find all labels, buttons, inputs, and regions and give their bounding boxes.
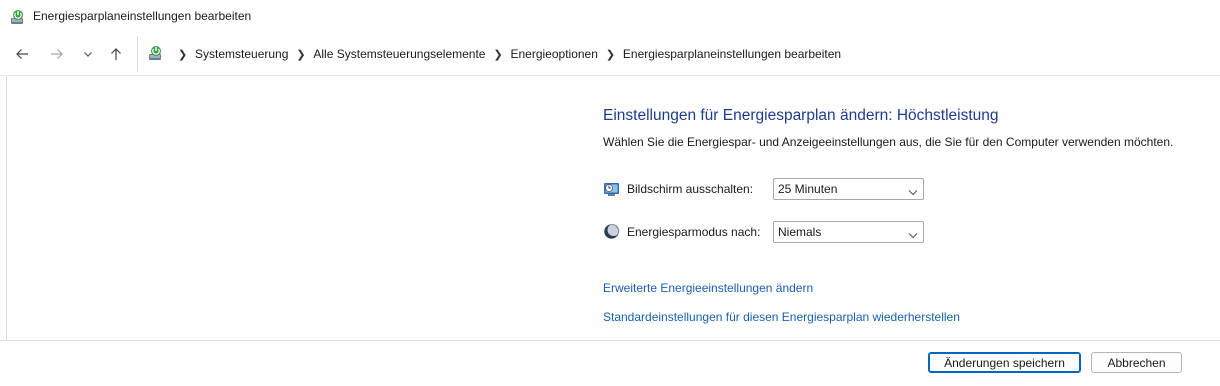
breadcrumb-chevron-icon[interactable]: ❯ <box>178 48 188 61</box>
cancel-button[interactable]: Abbrechen <box>1091 352 1182 373</box>
window-title: Energiesparplaneinstellungen bearbeiten <box>33 9 252 23</box>
forward-button[interactable] <box>46 43 68 65</box>
breadcrumb-chevron-icon[interactable]: ❯ <box>606 48 616 61</box>
display-off-select[interactable]: 25 Minuten <box>773 178 924 200</box>
breadcrumb: ❯ Systemsteuerung ❯ Alle Systemsteuerung… <box>170 36 841 72</box>
chevron-down-icon <box>908 185 918 199</box>
chevron-down-icon <box>83 49 93 59</box>
sleep-value: Niemals <box>778 225 822 239</box>
breadcrumb-item-alle-elemente[interactable]: Alle Systemsteuerungselemente <box>313 47 485 61</box>
arrow-left-icon <box>15 47 29 61</box>
arrow-up-icon <box>109 47 123 61</box>
display-off-value: 25 Minuten <box>778 182 838 196</box>
sleep-select[interactable]: Niemals <box>773 221 924 243</box>
advanced-settings-link[interactable]: Erweiterte Energieeinstellungen ändern <box>603 281 813 295</box>
left-pane-divider <box>0 76 7 341</box>
save-changes-button[interactable]: Änderungen speichern <box>928 352 1081 373</box>
breadcrumb-chevron-icon[interactable]: ❯ <box>296 48 306 61</box>
power-options-icon <box>9 8 27 26</box>
page-title: Einstellungen für Energiesparplan ändern… <box>603 107 999 124</box>
display-timer-icon <box>603 180 620 197</box>
recent-locations-button[interactable] <box>77 43 99 65</box>
restore-defaults-link[interactable]: Standardeinstellungen für diesen Energie… <box>603 310 960 324</box>
sleep-moon-icon <box>603 223 620 240</box>
breadcrumb-item-systemsteuerung[interactable]: Systemsteuerung <box>195 47 288 61</box>
navigation-bar: ❯ Systemsteuerung ❯ Alle Systemsteuerung… <box>0 33 1220 76</box>
footer-bar: Änderungen speichern Abbrechen <box>0 340 1220 386</box>
up-button[interactable] <box>105 43 127 65</box>
chevron-down-icon <box>908 228 918 242</box>
arrow-right-icon <box>50 47 64 61</box>
address-bar[interactable]: ❯ Systemsteuerung ❯ Alle Systemsteuerung… <box>137 36 1220 72</box>
breadcrumb-item-energieoptionen[interactable]: Energieoptionen <box>510 47 597 61</box>
breadcrumb-item-current[interactable]: Energiesparplaneinstellungen bearbeiten <box>623 47 841 61</box>
title-bar: Energiesparplaneinstellungen bearbeiten <box>0 0 1220 34</box>
breadcrumb-chevron-icon[interactable]: ❯ <box>493 48 503 61</box>
control-panel-icon <box>147 44 165 62</box>
page-subtitle: Wählen Sie die Energiespar- und Anzeigee… <box>603 135 1174 149</box>
display-off-label: Bildschirm ausschalten: <box>627 182 754 196</box>
sleep-label: Energiesparmodus nach: <box>627 225 761 239</box>
back-button[interactable] <box>11 43 33 65</box>
